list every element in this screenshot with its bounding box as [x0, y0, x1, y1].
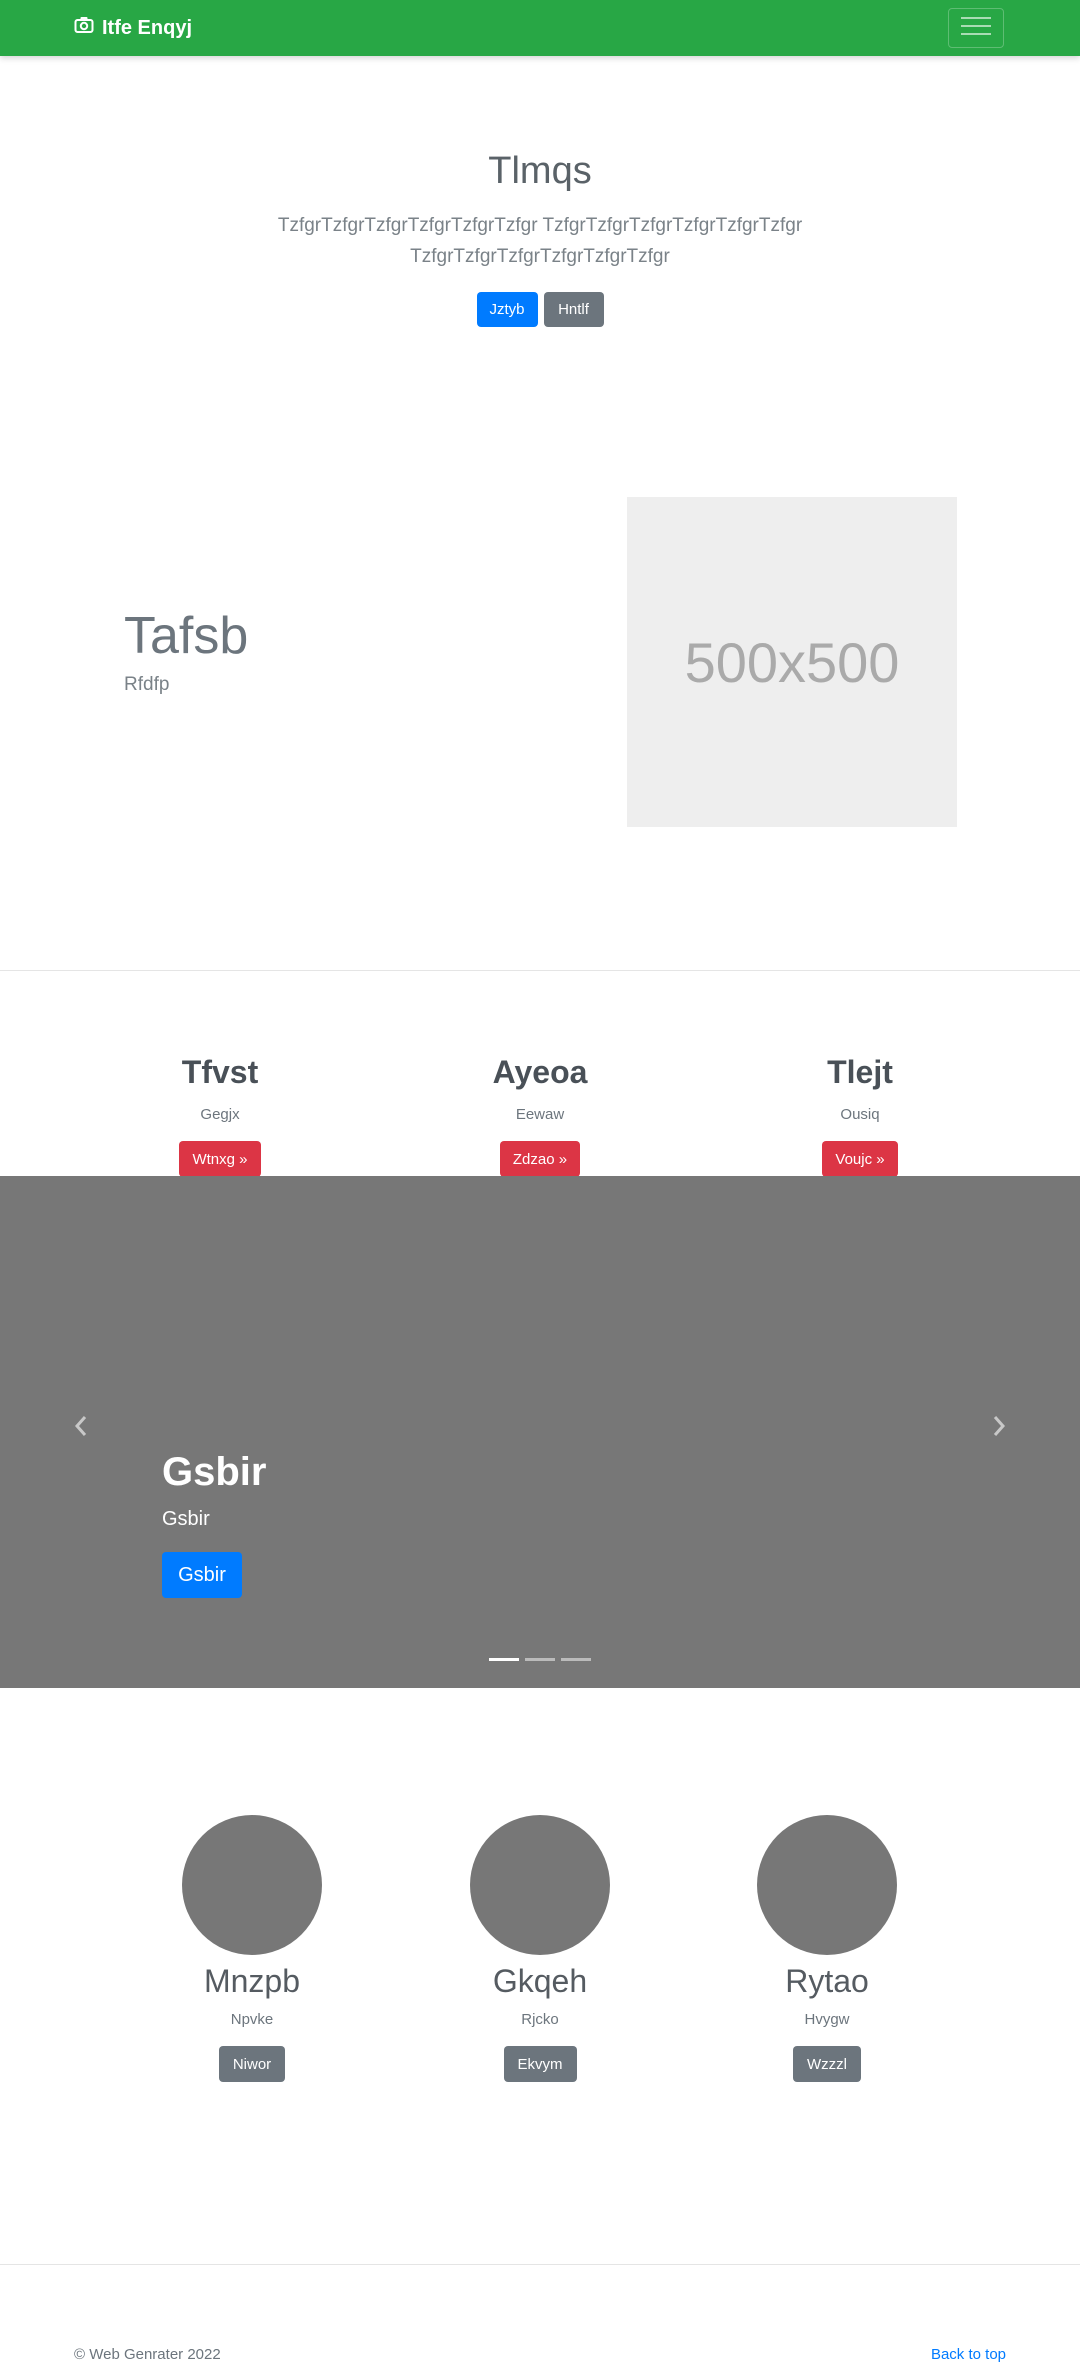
column-title: Tfvst — [181, 1054, 259, 1090]
team-member-button[interactable]: Ekvym — [503, 2046, 577, 2082]
team-member-name: Gkqeh — [492, 1963, 588, 1999]
column-2: Ayeoa Eewaw Zdzao » — [390, 1050, 690, 1177]
footer-divider — [0, 2264, 1080, 2265]
hero-secondary-button[interactable]: Hntlf — [543, 292, 604, 327]
column-text: Gegjx — [200, 1106, 240, 1123]
column-3: Tlejt Ousiq Voujc » — [710, 1050, 1010, 1177]
hero-title: Tlmqs — [488, 150, 592, 192]
column-text: Ousiq — [840, 1106, 880, 1123]
navbar: Itfe Enqyj — [0, 0, 1080, 56]
column-button[interactable]: Zdzao » — [499, 1141, 581, 1177]
camera-icon — [74, 16, 94, 40]
team-member-role: Rjcko — [521, 2011, 559, 2028]
carousel-caption-text: Gsbir — [162, 1508, 210, 1530]
feature-heading: Tafsb — [124, 607, 249, 665]
hero-buttons: Jztyb Hntlf — [0, 292, 1080, 327]
team-member-3: Rytao Hvygw Wzzzl — [697, 1815, 957, 2082]
back-to-top-link[interactable]: Back to top — [924, 2346, 1006, 2363]
team-member-name: Mnzpb — [203, 1963, 301, 1999]
team-member-2: Gkqeh Rjcko Ekvym — [410, 1815, 670, 2082]
hero-lead: TzfgrTzfgrTzfgrTzfgrTzfgrTzfgr TzfgrTzfg… — [277, 215, 803, 267]
navbar-toggler-button[interactable] — [948, 8, 1004, 48]
carousel-next-button[interactable] — [984, 1408, 1014, 1448]
brand-link[interactable]: Itfe Enqyj — [74, 14, 192, 42]
chevron-left-icon — [74, 1415, 88, 1442]
avatar — [757, 1815, 897, 1955]
carousel-prev-button[interactable] — [66, 1408, 96, 1448]
team-member-button[interactable]: Niwor — [218, 2046, 286, 2082]
hamburger-icon — [961, 15, 991, 42]
avatar — [182, 1815, 322, 1955]
avatar — [470, 1815, 610, 1955]
carousel-indicator-2[interactable] — [525, 1658, 555, 1661]
carousel-indicator-3[interactable] — [561, 1658, 591, 1661]
carousel-indicators — [0, 1658, 1080, 1661]
placeholder-label: 500x500 — [684, 630, 900, 694]
team-member-role: Npvke — [230, 2011, 274, 2028]
carousel-caption-button[interactable]: Gsbir — [162, 1552, 242, 1598]
team-member-1: Mnzpb Npvke Niwor — [122, 1815, 382, 2082]
chevron-right-icon — [992, 1415, 1006, 1442]
carousel-caption-title: Gsbir — [162, 1450, 267, 1494]
brand-name[interactable]: Itfe Enqyj — [102, 17, 192, 40]
column-title: Ayeoa — [492, 1054, 588, 1090]
section-divider — [0, 970, 1080, 971]
column-title: Tlejt — [827, 1054, 893, 1090]
footer-copyright: © Web Genrater 2022 — [74, 2346, 221, 2363]
column-button[interactable]: Wtnxg » — [179, 1141, 261, 1177]
column-button[interactable]: Voujc » — [822, 1141, 898, 1177]
team-member-name: Rytao — [785, 1963, 869, 1999]
hero-primary-button[interactable]: Jztyb — [476, 292, 538, 327]
team-member-button[interactable]: Wzzzl — [793, 2046, 861, 2082]
column-text: Eewaw — [515, 1106, 565, 1123]
feature-image-placeholder: 500x500 — [627, 497, 957, 827]
feature-subtext: Rfdfp — [124, 674, 170, 695]
carousel-indicator-1[interactable] — [489, 1658, 519, 1661]
carousel: Gsbir Gsbir Gsbir — [0, 1176, 1080, 1688]
team-member-role: Hvygw — [804, 2011, 850, 2028]
column-1: Tfvst Gegjx Wtnxg » — [70, 1050, 370, 1177]
